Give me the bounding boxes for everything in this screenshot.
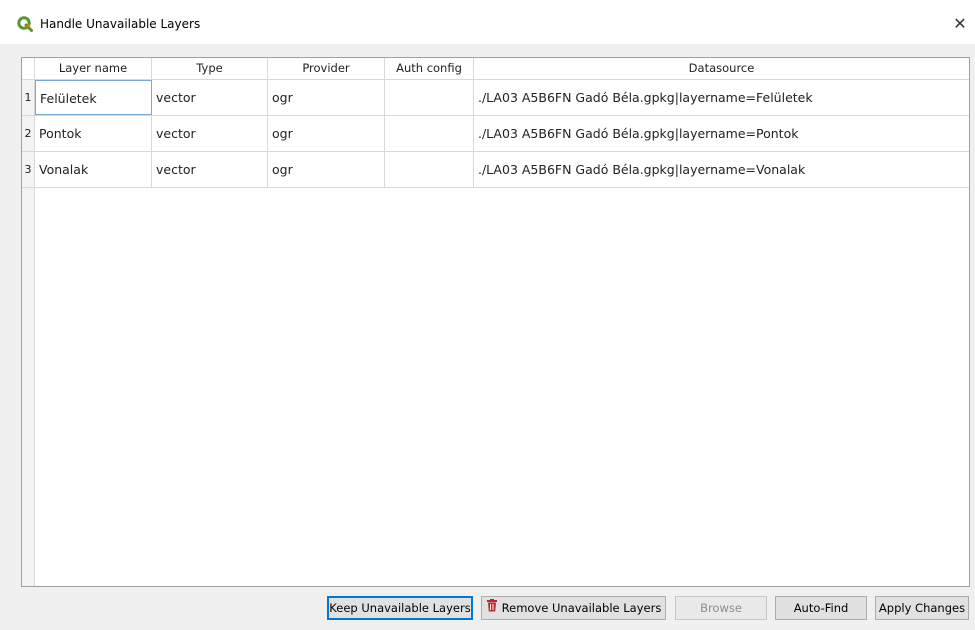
remove-button-label: Remove Unavailable Layers (501, 601, 662, 615)
auth-config-cell[interactable] (385, 152, 474, 187)
layer-name-cell[interactable]: Felületek (35, 80, 152, 115)
qgis-logo-icon (17, 16, 33, 32)
datasource-cell[interactable]: ./LA03 A5B6FN Gadó Béla.gpkg|layername=P… (474, 116, 969, 151)
table-header: Layer name Type Provider Auth config Dat… (22, 58, 969, 80)
type-cell[interactable]: vector (152, 152, 268, 187)
table-row[interactable]: 3 Vonalak vector ogr ./LA03 A5B6FN Gadó … (22, 152, 969, 188)
remove-unavailable-layers-button[interactable]: Remove Unavailable Layers (481, 596, 666, 620)
apply-changes-button[interactable]: Apply Changes (875, 596, 969, 620)
row-number[interactable]: 1 (22, 80, 35, 115)
title-bar: Handle Unavailable Layers ✕ (0, 0, 975, 44)
corner-header[interactable] (22, 58, 35, 79)
auth-config-cell[interactable] (385, 116, 474, 151)
layer-name-cell[interactable]: Vonalak (35, 152, 152, 187)
layers-table[interactable]: Layer name Type Provider Auth config Dat… (21, 57, 970, 587)
provider-cell[interactable]: ogr (268, 152, 385, 187)
table-row[interactable]: 1 Felületek vector ogr ./LA03 A5B6FN Gad… (22, 80, 969, 116)
trash-icon (486, 597, 498, 619)
column-header-type[interactable]: Type (152, 58, 268, 79)
datasource-cell[interactable]: ./LA03 A5B6FN Gadó Béla.gpkg|layername=V… (474, 152, 969, 187)
row-number[interactable]: 3 (22, 152, 35, 187)
apply-changes-button-label: Apply Changes (878, 601, 966, 615)
column-header-auth-config[interactable]: Auth config (385, 58, 474, 79)
browse-button[interactable]: Browse (675, 596, 767, 620)
layer-name-cell[interactable]: Pontok (35, 116, 152, 151)
row-number[interactable]: 2 (22, 116, 35, 151)
dialog-window: Handle Unavailable Layers ✕ Layer name T… (0, 0, 975, 630)
auto-find-button[interactable]: Auto-Find (775, 596, 867, 620)
auth-config-cell[interactable] (385, 80, 474, 115)
type-cell[interactable]: vector (152, 116, 268, 151)
window-title: Handle Unavailable Layers (40, 17, 201, 31)
close-button[interactable]: ✕ (949, 14, 971, 34)
close-icon: ✕ (953, 14, 967, 33)
provider-cell[interactable]: ogr (268, 80, 385, 115)
browse-button-label: Browse (700, 601, 742, 615)
type-cell[interactable]: vector (152, 80, 268, 115)
keep-button-label: Keep Unavailable Layers (329, 601, 471, 615)
table-row[interactable]: 2 Pontok vector ogr ./LA03 A5B6FN Gadó B… (22, 116, 969, 152)
datasource-cell[interactable]: ./LA03 A5B6FN Gadó Béla.gpkg|layername=F… (474, 80, 969, 115)
auto-find-button-label: Auto-Find (793, 601, 849, 615)
column-header-datasource[interactable]: Datasource (474, 58, 969, 79)
provider-cell[interactable]: ogr (268, 116, 385, 151)
column-header-layer-name[interactable]: Layer name (35, 58, 152, 79)
column-header-provider[interactable]: Provider (268, 58, 385, 79)
keep-unavailable-layers-button[interactable]: Keep Unavailable Layers (327, 596, 473, 620)
